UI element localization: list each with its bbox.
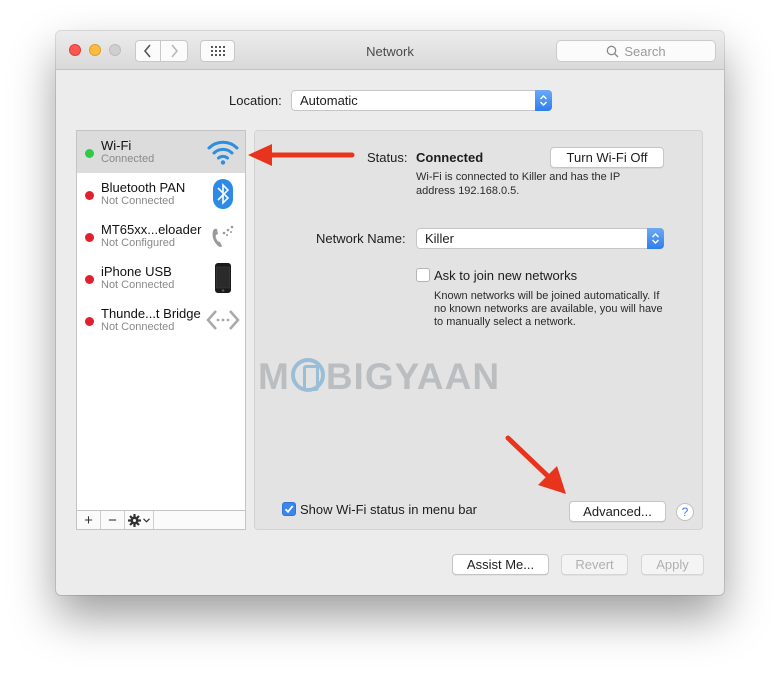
location-row: Location: Automatic [56,90,724,112]
ask-join-checkbox[interactable] [416,268,430,282]
annotation-arrow-left-icon [248,144,355,166]
annotation-arrow-down-right-icon [505,435,566,494]
service-item-wifi[interactable]: Wi-Fi Connected [77,131,245,173]
select-stepper-icon [647,228,664,249]
chevron-down-icon [143,517,150,523]
service-list-toolbar: + − [76,510,246,530]
checkmark-icon [284,505,294,514]
show-wifi-status-label: Show Wi-Fi status in menu bar [300,502,478,517]
remove-service-button[interactable]: − [101,511,125,529]
apply-button[interactable]: Apply [641,554,704,575]
status-value: Connected [416,150,484,165]
search-icon [607,45,619,57]
service-status: Not Configured [101,237,175,249]
iphone-icon [206,262,240,294]
service-name: Bluetooth PAN [101,180,186,195]
revert-label: Revert [575,557,614,572]
location-value: Automatic [300,93,358,108]
service-name: MT65xx...eloader [101,222,202,237]
assist-me-label: Assist Me... [466,557,535,572]
wifi-detail-panel: Status: Connected Turn Wi-Fi Off Wi-Fi i… [254,130,703,530]
network-name-value: Killer [425,231,454,246]
plus-icon: + [84,511,93,529]
location-label: Location: [229,93,282,108]
assist-me-button[interactable]: Assist Me... [452,554,549,575]
ask-join-help-line1: Known networks will be joined automatica… [434,290,660,302]
wifi-icon [206,136,240,168]
service-item-thunderbolt-bridge[interactable]: Thunde...t Bridge Not Connected [77,299,245,341]
service-status: Connected [101,153,155,165]
service-name: Wi-Fi [101,138,132,153]
service-item-iphone-usb[interactable]: iPhone USB Not Connected [77,257,245,299]
watermark-phone-icon [290,358,325,392]
ask-join-help-line3: to manually select a network. [434,316,576,328]
service-name: iPhone USB [101,264,172,279]
gear-icon [128,513,141,527]
network-name-label: Network Name: [316,231,406,246]
turn-wifi-off-button[interactable]: Turn Wi-Fi Off [550,147,664,168]
service-list: Wi-Fi Connected Bluetooth PAN Not Connec… [76,130,246,530]
network-preferences-window: Network Search Location: Automatic Wi-Fi… [56,31,724,595]
status-dot [85,149,94,158]
help-button[interactable]: ? [676,503,694,521]
ask-join-label: Ask to join new networks [434,268,578,283]
service-status: Not Connected [101,321,175,333]
watermark-text-right: BIGYAAN [325,356,501,397]
minus-icon: − [108,511,117,529]
search-field[interactable]: Search [556,40,716,62]
ask-join-help-line2: no known networks are available, you wil… [434,303,663,315]
question-mark-icon: ? [681,505,689,519]
status-description-line2: address 192.168.0.5. [416,185,520,197]
bluetooth-icon [206,178,240,210]
status-label: Status: [367,150,408,165]
service-item-bluetooth-pan[interactable]: Bluetooth PAN Not Connected [77,173,245,215]
location-select[interactable]: Automatic [291,90,552,111]
turn-wifi-off-label: Turn Wi-Fi Off [566,150,648,165]
advanced-label: Advanced... [583,504,652,519]
service-name: Thunde...t Bridge [101,306,201,321]
apply-label: Apply [656,557,689,572]
service-status: Not Connected [101,195,175,207]
advanced-button[interactable]: Advanced... [569,501,666,522]
search-placeholder: Search [624,43,666,59]
select-stepper-icon [535,90,552,111]
status-dot [85,233,94,242]
service-status: Not Connected [101,279,175,291]
status-description-line1: Wi-Fi is connected to Killer and has the… [416,171,621,183]
thunderbolt-bridge-icon [206,304,240,336]
status-dot [85,317,94,326]
service-actions-button[interactable] [125,511,154,529]
status-dot [85,191,94,200]
watermark-text-left: M [258,356,290,397]
phone-modem-icon [206,220,240,252]
show-wifi-status-checkbox[interactable] [282,502,296,516]
network-name-select[interactable]: Killer [416,228,664,249]
revert-button[interactable]: Revert [561,554,628,575]
title-bar: Network Search [56,31,724,70]
watermark-logo: M BIGYAAN [258,356,500,398]
service-item-mt65xx[interactable]: MT65xx...eloader Not Configured [77,215,245,257]
add-service-button[interactable]: + [77,511,101,529]
status-dot [85,275,94,284]
